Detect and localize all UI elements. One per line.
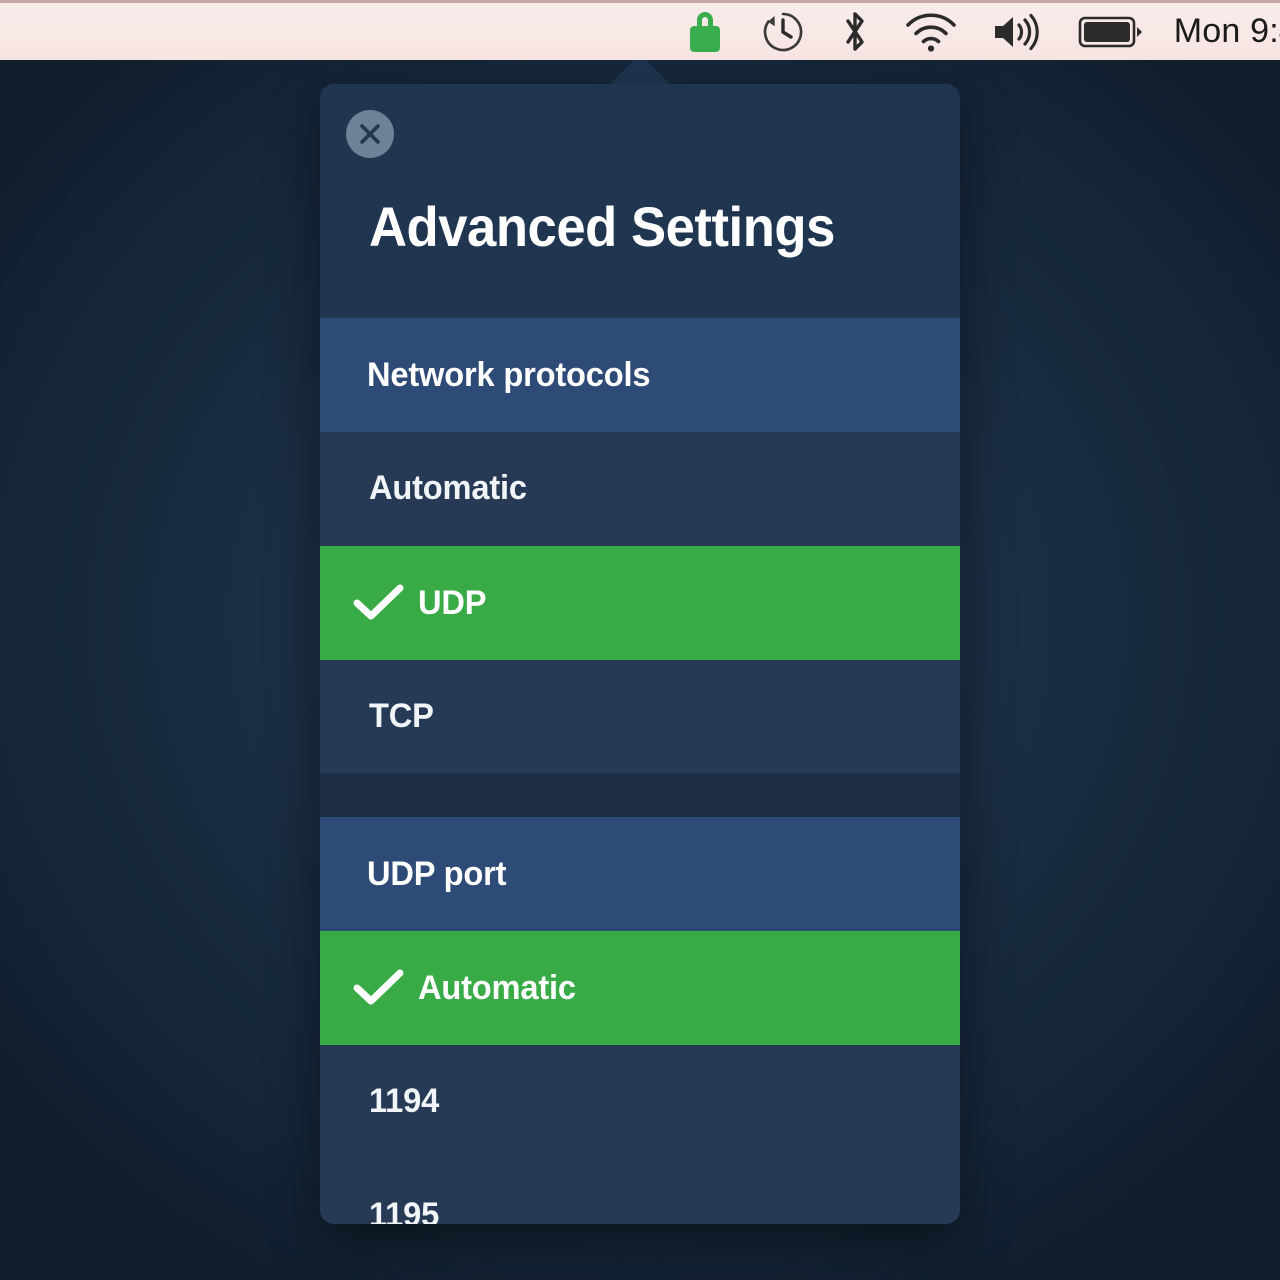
volume-icon-glyph bbox=[990, 10, 1046, 54]
time-machine-icon[interactable] bbox=[744, 2, 822, 62]
checkmark-icon bbox=[340, 583, 418, 623]
option-row-tcp[interactable]: TCP bbox=[320, 660, 960, 774]
section-header-network-protocols: Network protocols bbox=[320, 318, 960, 432]
bluetooth-icon-glyph bbox=[838, 8, 872, 56]
close-icon bbox=[357, 121, 383, 147]
volume-icon[interactable] bbox=[974, 2, 1062, 62]
option-row-port-1195[interactable]: 1195 bbox=[320, 1159, 960, 1224]
macos-menu-bar: Mon 9:4 bbox=[0, 0, 1280, 60]
page-title: Advanced Settings bbox=[369, 194, 835, 259]
option-row-automatic-protocol[interactable]: Automatic bbox=[320, 432, 960, 546]
bluetooth-icon[interactable] bbox=[822, 2, 888, 62]
option-row-port-1194[interactable]: 1194 bbox=[320, 1045, 960, 1159]
popover-pointer-arrow bbox=[608, 60, 672, 86]
option-label: UDP bbox=[418, 584, 486, 623]
vpn-lock-icon[interactable] bbox=[666, 2, 744, 62]
checkmark-icon bbox=[340, 968, 418, 1008]
option-row-automatic-port[interactable]: Automatic bbox=[320, 931, 960, 1045]
battery-icon[interactable] bbox=[1062, 2, 1160, 62]
option-label: TCP bbox=[369, 697, 434, 736]
close-button[interactable] bbox=[346, 110, 394, 158]
advanced-settings-popover: Advanced Settings Network protocols Auto… bbox=[320, 84, 960, 1224]
option-label: Automatic bbox=[418, 969, 576, 1008]
option-label: 1195 bbox=[369, 1196, 439, 1224]
option-row-udp[interactable]: UDP bbox=[320, 546, 960, 660]
section-divider bbox=[320, 774, 960, 817]
section-header-udp-port: UDP port bbox=[320, 817, 960, 931]
popover-header: Advanced Settings bbox=[320, 84, 960, 318]
option-label: Automatic bbox=[369, 469, 527, 508]
menu-bar-clock[interactable]: Mon 9:4 bbox=[1160, 2, 1280, 62]
lock-icon-glyph bbox=[688, 12, 722, 52]
battery-icon-glyph bbox=[1078, 14, 1144, 50]
option-label: 1194 bbox=[369, 1082, 439, 1121]
time-machine-icon-glyph bbox=[760, 9, 806, 55]
wifi-icon-glyph bbox=[904, 11, 958, 53]
wifi-icon[interactable] bbox=[888, 2, 974, 62]
